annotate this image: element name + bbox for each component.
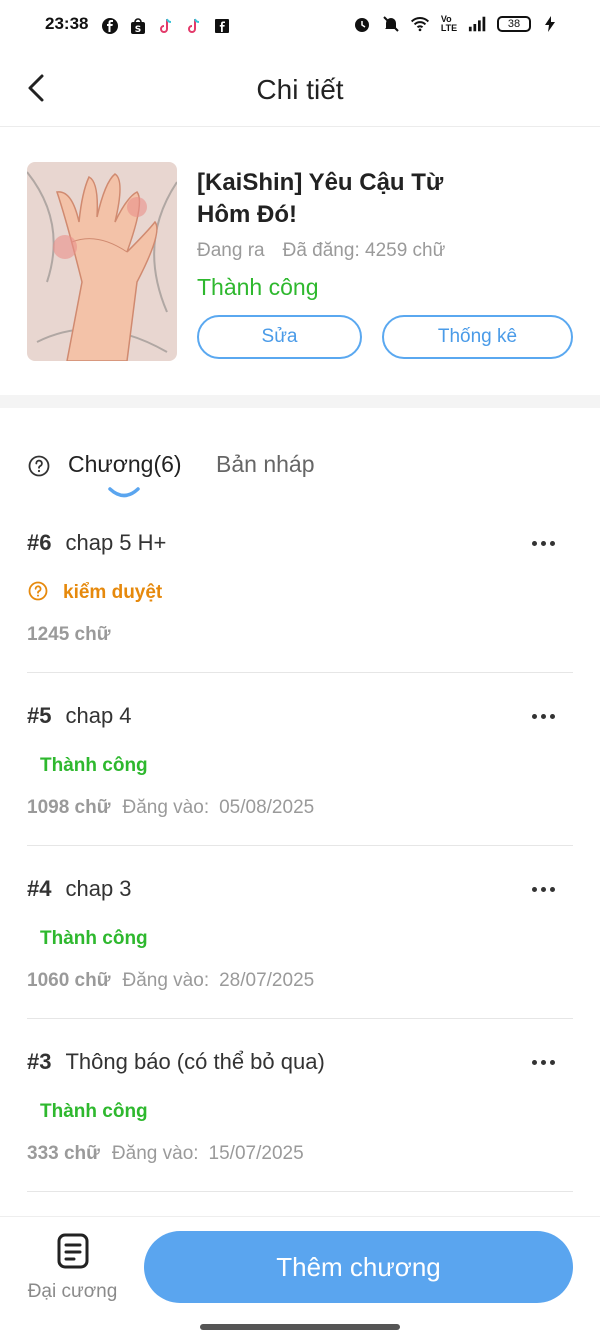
more-dot-icon: [549, 713, 555, 719]
chapter-name: chap 3: [65, 876, 132, 901]
more-dot-icon: [531, 540, 537, 546]
edit-button[interactable]: Sửa: [197, 315, 362, 359]
chapter-number: #5: [27, 703, 52, 728]
chapter-title: #3 Thông báo (có thể bỏ qua): [27, 1049, 325, 1075]
wifi-icon: [410, 14, 430, 34]
book-info: [KaiShin] Yêu Cậu Từ Hôm Đó! Đang ra Đã đ…: [0, 127, 600, 395]
signal-icon: [468, 14, 488, 34]
facebook-icon: [100, 16, 120, 36]
more-options-button[interactable]: [527, 878, 559, 900]
more-dot-icon: [531, 713, 537, 719]
more-dot-icon: [531, 1059, 537, 1065]
tab-indicator: [108, 487, 140, 498]
home-indicator[interactable]: [200, 1324, 400, 1330]
chapter-item[interactable]: #6 chap 5 H+ kiểm duyệt 1245 chữ: [0, 500, 600, 673]
tiktok-icon: [156, 16, 176, 36]
svg-text:S: S: [135, 25, 141, 35]
chapter-item[interactable]: #5 chap 4 Thành công 1098 chữ Đăng vào: 05/…: [0, 673, 600, 846]
facebook-page-icon: [212, 16, 232, 36]
chapter-meta: 333 chữ Đăng vào: 15/07/2025: [27, 1143, 304, 1165]
chapter-title: #4 chap 3: [27, 876, 132, 902]
page-title: Chi tiết: [256, 74, 344, 105]
charging-icon: [540, 14, 560, 34]
chapter-number: #3: [27, 1049, 52, 1074]
section-separator: [0, 395, 600, 408]
shopee-icon: S: [128, 16, 148, 36]
alarm-icon: [352, 14, 372, 34]
mute-icon: [381, 14, 401, 34]
more-dot-icon: [540, 1059, 546, 1065]
chapter-date: 15/07/2025: [208, 1143, 304, 1164]
outline-button[interactable]: Đại cương: [20, 1233, 125, 1313]
tab-chapters[interactable]: Chương(6): [68, 451, 182, 478]
chapter-item[interactable]: #4 chap 3 Thành công 1060 chữ Đăng vào: 28/…: [0, 846, 600, 1019]
chapter-word-count: 1098 chữ: [27, 797, 111, 818]
battery-indicator: 38: [497, 16, 531, 32]
chapter-title: #5 chap 4: [27, 703, 132, 729]
chapter-name: chap 4: [65, 703, 132, 728]
chapter-title: #6 chap 5 H+: [27, 530, 166, 556]
chapter-name: chap 5 H+: [65, 530, 167, 555]
add-chapter-button[interactable]: Thêm chương: [144, 1231, 573, 1303]
chapter-posted-label: Đăng vào:: [122, 797, 210, 818]
header: Chi tiết: [0, 52, 600, 127]
help-icon[interactable]: [28, 455, 50, 477]
more-dot-icon: [540, 886, 546, 892]
chapter-date: 05/08/2025: [219, 797, 315, 818]
chapter-number: #4: [27, 876, 52, 901]
cover-image: [27, 162, 177, 361]
chapter-status: Thành công: [40, 928, 148, 949]
more-options-button[interactable]: [527, 705, 559, 727]
chapter-meta: 1060 chữ Đăng vào: 28/07/2025: [27, 970, 314, 992]
chapter-status: Thành công: [40, 1101, 148, 1122]
chapter-meta: 1098 chữ Đăng vào: 05/08/2025: [27, 797, 314, 819]
more-dot-icon: [549, 540, 555, 546]
chapter-posted-label: Đăng vào:: [122, 970, 210, 991]
book-word-count: Đã đăng: 4259 chữ: [282, 240, 446, 261]
more-dot-icon: [540, 540, 546, 546]
book-ongoing-status: Đang ra: [197, 240, 265, 261]
volte-icon: Vo LTE: [440, 14, 458, 33]
outline-label: Đại cương: [27, 1281, 118, 1302]
statistics-button[interactable]: Thống kê: [382, 315, 573, 359]
chapter-item[interactable]: #3 Thông báo (có thể bỏ qua) Thành công 3…: [0, 1019, 600, 1192]
chapter-word-count: 1060 chữ: [27, 970, 111, 991]
chapter-status: Thành công: [40, 755, 148, 776]
chapter-word-count: 333 chữ: [27, 1143, 100, 1164]
more-dot-icon: [549, 1059, 555, 1065]
status-bar: 23:38 S Vo LTE 38: [0, 0, 600, 52]
review-help-icon: [28, 581, 48, 601]
tiktok-icon: [184, 16, 204, 36]
system-icons: Vo LTE 38: [352, 14, 560, 34]
notification-icons: S: [100, 16, 232, 36]
chapter-meta: 1245 chữ: [27, 624, 110, 646]
book-publish-status: Thành công: [197, 274, 319, 300]
chapter-word-count: 1245 chữ: [27, 624, 111, 645]
book-title: [KaiShin] Yêu Cậu Từ Hôm Đó!: [197, 169, 444, 228]
book-meta: Đang ra Đã đăng: 4259 chữ: [197, 240, 445, 262]
tab-drafts[interactable]: Bản nháp: [216, 451, 314, 478]
more-options-button[interactable]: [527, 1051, 559, 1073]
chapter-name: Thông báo (có thể bỏ qua): [65, 1049, 325, 1074]
status-time: 23:38: [45, 14, 89, 33]
chapter-tabs: Chương(6) Bản nháp: [0, 408, 600, 508]
more-dot-icon: [531, 886, 537, 892]
book-cover[interactable]: [27, 162, 177, 361]
divider: [27, 1191, 573, 1192]
more-dot-icon: [549, 886, 555, 892]
more-dot-icon: [540, 713, 546, 719]
more-options-button[interactable]: [527, 532, 559, 554]
chapter-posted-label: Đăng vào:: [111, 1143, 199, 1164]
document-icon: [56, 1233, 90, 1271]
chapter-date: 28/07/2025: [219, 970, 315, 991]
chapter-status: kiểm duyệt: [63, 582, 163, 603]
chapter-number: #6: [27, 530, 52, 555]
